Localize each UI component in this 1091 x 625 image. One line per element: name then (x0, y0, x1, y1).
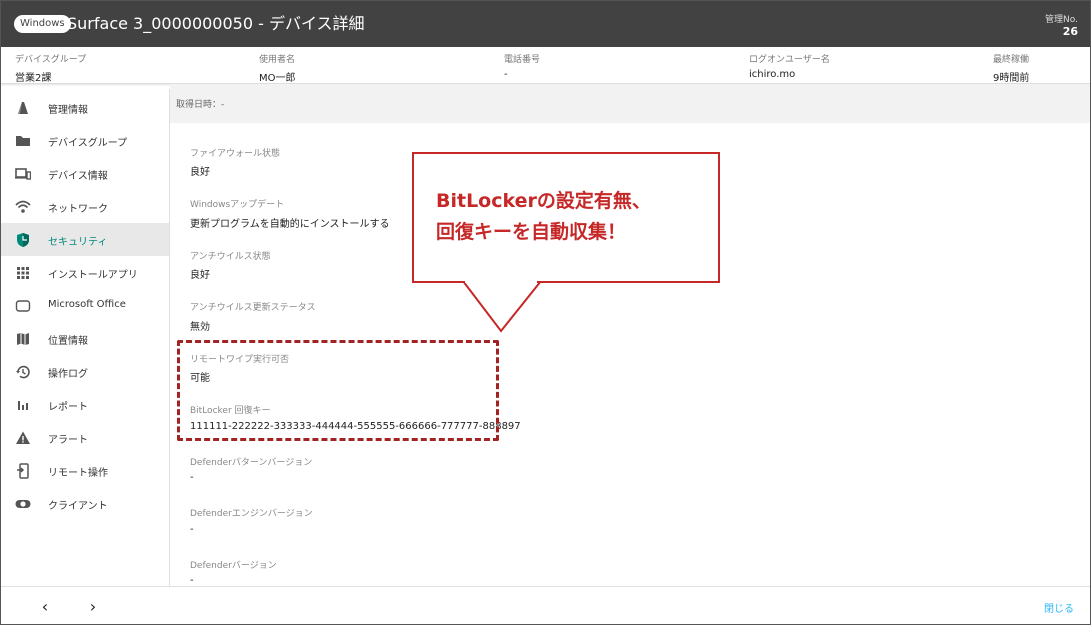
info-label: デバイスグループ (15, 55, 87, 65)
annotation-callout: BitLockerの設定有無、 回復キーを自動収集！ (412, 152, 720, 283)
antivirus-update-status-value: 無効 (190, 322, 210, 333)
sidebar-item-label: リモート操作 (48, 468, 108, 479)
devices-icon (15, 168, 31, 180)
last-active-info: 最終稼働 9時間前 (993, 52, 1029, 84)
info-value: ichiro.mo (749, 69, 796, 80)
footer-bar: ‹ › 閉じる (1, 586, 1090, 624)
logon-user-info: ログオンユーザー名 ichiro.mo (749, 52, 830, 80)
next-button[interactable]: › (83, 597, 103, 617)
sidebar-item-installed-apps[interactable]: インストールアプリ (1, 256, 169, 289)
sidebar-item-label: デバイス情報 (48, 171, 108, 182)
toggle-icon (15, 500, 31, 508)
sidebar-item-report[interactable]: レポート (1, 388, 169, 421)
sidebar-item-label: アラート (48, 435, 88, 446)
history-icon (16, 365, 30, 379)
user-name-info: 使用者名 MO一郎 (259, 52, 296, 84)
sidebar-item-operation-log[interactable]: 操作ログ (1, 355, 169, 388)
callout-line-2: 回復キーを自動収集！ (436, 221, 627, 243)
sidebar-item-network[interactable]: ネットワーク (1, 190, 169, 223)
previous-button[interactable]: ‹ (35, 597, 55, 617)
sidebar-item-label: 管理情報 (48, 105, 88, 116)
firewall-status-label: ファイアウォール状態 (190, 149, 281, 159)
sidebar-item-location[interactable]: 位置情報 (1, 322, 169, 355)
shield-icon (17, 233, 29, 247)
folder-icon (16, 136, 30, 146)
callout-text: BitLockerの設定有無、 回復キーを自動収集！ (436, 186, 651, 248)
device-detail-window: Windows Surface 3_0000000050 - デバイス詳細 管理… (0, 0, 1091, 625)
sidebar-item-label: インストールアプリ (48, 270, 138, 281)
apps-grid-icon (17, 267, 29, 279)
sidebar-item-device-group[interactable]: デバイスグループ (1, 124, 169, 157)
sidebar-item-label: 操作ログ (48, 369, 88, 380)
sidebar-item-management-info[interactable]: 管理情報 (1, 91, 169, 124)
antivirus-status-label: アンチウイルス状態 (190, 252, 271, 262)
defender-pattern-version-value: - (190, 472, 194, 483)
phone-number-info: 電話番号 - (504, 52, 540, 80)
wifi-icon (15, 200, 31, 213)
sidebar-item-label: クライアント (48, 501, 108, 512)
antivirus-status-value: 良好 (190, 270, 210, 281)
info-label: 電話番号 (504, 55, 541, 65)
defender-pattern-version-label: Defenderパターンバージョン (190, 458, 313, 468)
page-title: Surface 3_0000000050 - デバイス詳細 (67, 14, 365, 33)
sidebar-item-security[interactable]: セキュリティ (1, 223, 169, 256)
sidebar-nav: 管理情報 デバイスグループ デバイス情報 ネットワーク セキュリティ インストー… (1, 89, 170, 586)
os-badge: Windows (14, 15, 71, 33)
info-value: - (504, 69, 508, 80)
sidebar-item-label: セキュリティ (48, 237, 108, 248)
bar-chart-icon (18, 401, 28, 410)
acquired-datetime: 取得日時：- (176, 100, 225, 110)
highlight-dashed-box (177, 340, 499, 441)
sidebar-item-alert[interactable]: アラート (1, 421, 169, 454)
sidebar-item-device-info[interactable]: デバイス情報 (1, 157, 169, 190)
info-value: 営業2課 (15, 73, 52, 84)
windows-update-value: 更新プログラムを自動的にインストールする (190, 219, 390, 230)
antivirus-update-status-label: アンチウイルス更新ステータス (190, 303, 316, 313)
acquisition-band: 取得日時：- (170, 84, 1090, 123)
sidebar-item-client[interactable]: クライアント (1, 487, 169, 520)
sidebar-item-label: レポート (48, 402, 88, 413)
warning-icon (16, 431, 30, 444)
defender-engine-version-value: - (190, 524, 194, 535)
defender-version-value: - (190, 575, 194, 586)
management-number-value: 26 (1062, 25, 1078, 38)
close-button[interactable]: 閉じる (1044, 600, 1074, 615)
callout-line-1: BitLockerの設定有無、 (436, 190, 651, 212)
firewall-status-value: 良好 (190, 167, 210, 178)
windows-update-label: Windowsアップデート (190, 200, 285, 210)
info-label: 最終稼働 (993, 55, 1030, 65)
defender-version-label: Defenderバージョン (190, 561, 277, 571)
office-icon (15, 300, 31, 312)
info-value: MO一郎 (259, 73, 296, 84)
sidebar-item-label: ネットワーク (48, 204, 108, 215)
defender-engine-version-label: Defenderエンジンバージョン (190, 509, 313, 519)
info-value: 9時間前 (993, 73, 1030, 84)
info-label: ログオンユーザー名 (749, 55, 830, 65)
book-icon (18, 102, 28, 114)
device-summary-bar: デバイスグループ 営業2課 使用者名 MO一郎 電話番号 - ログオンユーザー名… (1, 47, 1090, 84)
title-bar: Windows Surface 3_0000000050 - デバイス詳細 管理… (1, 1, 1090, 47)
info-label: 使用者名 (259, 55, 296, 65)
sidebar-item-microsoft-office[interactable]: Microsoft Office (1, 289, 169, 322)
map-icon (17, 333, 29, 345)
management-number-label: 管理No. (1045, 15, 1078, 25)
sidebar-item-label: デバイスグループ (48, 138, 128, 149)
sidebar-item-remote-operation[interactable]: リモート操作 (1, 454, 169, 487)
remote-device-icon (17, 463, 29, 479)
device-group-info: デバイスグループ 営業2課 (15, 52, 86, 84)
sidebar-item-label: Microsoft Office (48, 299, 126, 310)
sidebar-item-label: 位置情報 (48, 336, 88, 347)
